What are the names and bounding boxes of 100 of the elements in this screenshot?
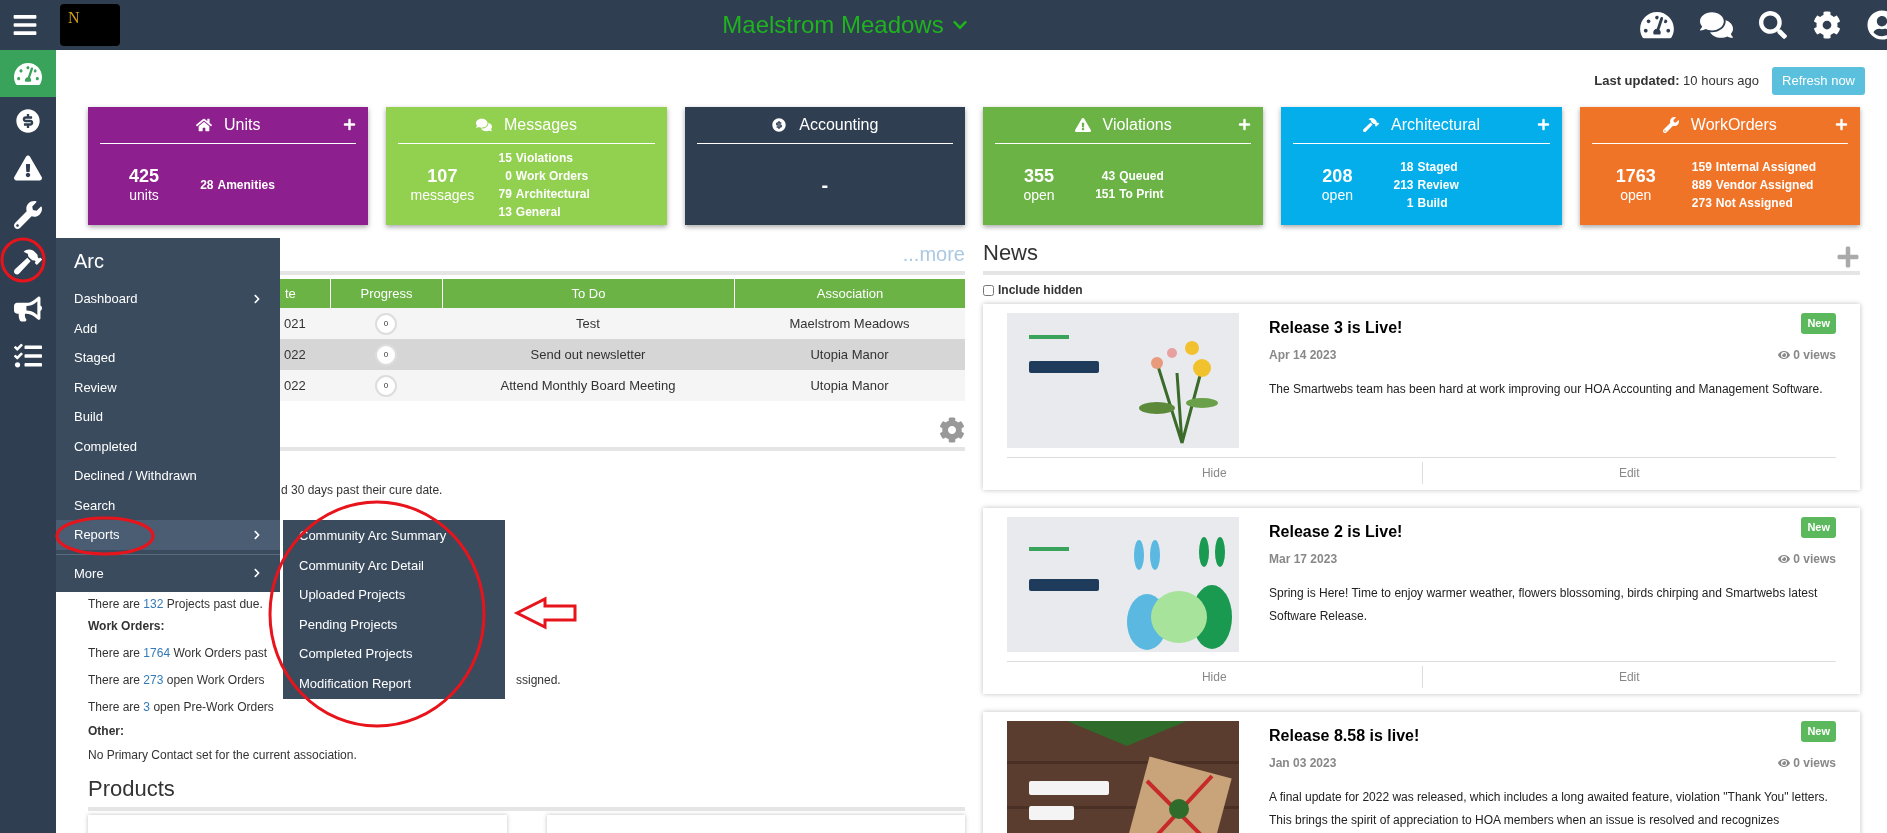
detail-label: Review xyxy=(1417,176,1460,194)
menu-item[interactable]: Uploaded Projects xyxy=(283,580,505,610)
tile-unit: messages xyxy=(410,187,475,205)
section-heading: Other: xyxy=(88,723,124,740)
menu-item[interactable]: Community Arc Detail xyxy=(283,550,505,580)
detail-label: To Print xyxy=(1119,185,1165,203)
detail-label: Build xyxy=(1417,194,1449,212)
table-cell: 021 xyxy=(284,315,306,331)
news-date: Apr 14 2023 xyxy=(1269,347,1337,364)
detail-count: 18 xyxy=(1399,158,1414,176)
tile-count: 208 xyxy=(1322,164,1353,187)
menu-item[interactable]: Build xyxy=(56,402,280,432)
detail-label: Violations xyxy=(515,149,574,167)
summary-text: There are 273 open Work Orders xyxy=(88,672,266,689)
tile-title: Messages xyxy=(504,115,577,135)
tile-value: - xyxy=(821,172,829,198)
column-header: Association xyxy=(816,284,884,303)
detail-label: Vendor Assigned xyxy=(1715,176,1815,194)
news-body: Spring is Here! Time to enjoy warmer weather, flowers blossoming, birds chirping and Smartwebs latest Software Release. xyxy=(1269,585,1819,625)
column-header: To Do xyxy=(571,284,606,303)
news-action[interactable]: Hide xyxy=(1007,462,1422,484)
detail-label: General xyxy=(515,203,562,221)
table-cell-text: Attend Monthly Board Meeting xyxy=(500,376,676,395)
section-heading: Work Orders: xyxy=(88,618,165,635)
tile-unit: open xyxy=(1023,187,1055,205)
tile-unit: units xyxy=(129,187,159,205)
news-date: Mar 17 2023 xyxy=(1269,551,1338,568)
tile-count: 1763 xyxy=(1615,164,1656,187)
last-updated-text: Last updated: 10 hours ago xyxy=(1594,71,1759,90)
detail-label: Work Orders xyxy=(515,167,590,185)
stat-tile[interactable]: Accounting - xyxy=(684,107,965,225)
news-action[interactable]: Edit xyxy=(1421,462,1836,484)
table-cell: 022 xyxy=(284,377,306,393)
view-count: 0 views xyxy=(1793,551,1836,568)
news-body: A final update for 2022 was released, which includes a long awaited feature, violation "Thank You" letters. This brings the spirit of appreciation to HOA members when an issue is resolved and recognizes xyxy=(1269,789,1829,829)
news-title[interactable]: Release 8.58 is live! xyxy=(1269,724,1420,748)
news-body: The Smartwebs team has been hard at work improving our HOA Accounting and Management Software. xyxy=(1269,381,1824,398)
detail-count: 0 xyxy=(504,167,512,185)
detail-count: 15 xyxy=(498,149,512,167)
stat-tile[interactable]: Units 425 units 28 Amenities xyxy=(88,107,369,225)
table-cell-text: Maelstrom Meadows xyxy=(789,314,910,333)
tile-title: WorkOrders xyxy=(1690,115,1777,135)
section-title: News xyxy=(983,239,1038,267)
detail-count: 889 xyxy=(1691,176,1712,194)
tile-title: Violations xyxy=(1102,115,1172,135)
new-badge: New xyxy=(1801,721,1836,742)
menu-item[interactable]: More xyxy=(56,558,280,588)
detail-count: 28 xyxy=(200,176,214,194)
menu-item[interactable]: Completed Projects xyxy=(283,639,505,669)
menu-item[interactable]: Completed xyxy=(56,431,280,461)
tile-title: Units xyxy=(223,115,261,135)
table-cell-text: Utopia Manor xyxy=(810,345,889,364)
menu-item[interactable]: Reports xyxy=(56,520,280,550)
detail-label: Architectural xyxy=(515,185,591,203)
detail-count: 79 xyxy=(498,185,512,203)
detail-count: 151 xyxy=(1095,185,1116,203)
table-cell-text: Send out newsletter xyxy=(530,345,646,364)
tile-title: Architectural xyxy=(1391,115,1480,135)
view-count: 0 views xyxy=(1793,347,1836,364)
detail-label: Staged xyxy=(1417,158,1459,176)
detail-count: 213 xyxy=(1393,176,1414,194)
detail-count: 1 xyxy=(1405,194,1414,212)
detail-label: Amenities xyxy=(217,176,276,194)
column-header: te xyxy=(285,284,296,303)
detail-count: 13 xyxy=(498,203,512,221)
news-action[interactable]: Hide xyxy=(1007,666,1422,688)
menu-item[interactable]: Community Arc Summary xyxy=(283,521,505,551)
table-cell: 022 xyxy=(284,346,306,362)
summary-text: No Primary Contact set for the current association. xyxy=(88,747,357,764)
summary-text: There are 3 open Pre-Work Orders xyxy=(88,699,275,716)
tile-count: 355 xyxy=(1024,164,1055,187)
tile-unit: open xyxy=(1620,187,1652,205)
summary-text: There are 1764 Work Orders past xyxy=(88,645,269,662)
menu-item[interactable]: Pending Projects xyxy=(283,609,505,639)
detail-label: Internal Assigned xyxy=(1715,158,1818,176)
menu-item[interactable]: Declined / Withdrawn xyxy=(56,461,280,491)
menu-title: Arc xyxy=(73,249,105,274)
detail-count: 159 xyxy=(1691,158,1712,176)
table-cell-text: Test xyxy=(576,314,600,333)
news-title[interactable]: Release 2 is Live! xyxy=(1269,520,1403,544)
news-date: Jan 03 2023 xyxy=(1269,755,1337,772)
news-action[interactable]: Edit xyxy=(1421,666,1836,688)
new-badge: New xyxy=(1801,313,1836,334)
checkbox-label: Include hidden xyxy=(998,282,1083,299)
association-selector[interactable]: Maelstrom Meadows xyxy=(722,7,968,43)
detail-label: Queued xyxy=(1119,167,1165,185)
news-title[interactable]: Release 3 is Live! xyxy=(1269,316,1403,340)
detail-count: 273 xyxy=(1691,194,1712,212)
tile-title: Accounting xyxy=(799,115,879,135)
detail-count: 43 xyxy=(1100,167,1116,185)
column-header: Progress xyxy=(360,284,413,303)
summary-text: d 30 days past their cure date. xyxy=(281,482,444,499)
tile-count: 425 xyxy=(129,164,160,187)
summary-text: ssigned. xyxy=(516,672,561,689)
summary-text: There are 132 Projects past due. xyxy=(88,596,263,613)
menu-item[interactable]: Modification Report xyxy=(283,668,505,698)
logo[interactable]: N xyxy=(60,4,120,46)
detail-label: Not Assigned xyxy=(1715,194,1794,212)
view-count: 0 views xyxy=(1793,755,1836,772)
menu-item[interactable]: Search xyxy=(56,490,280,520)
